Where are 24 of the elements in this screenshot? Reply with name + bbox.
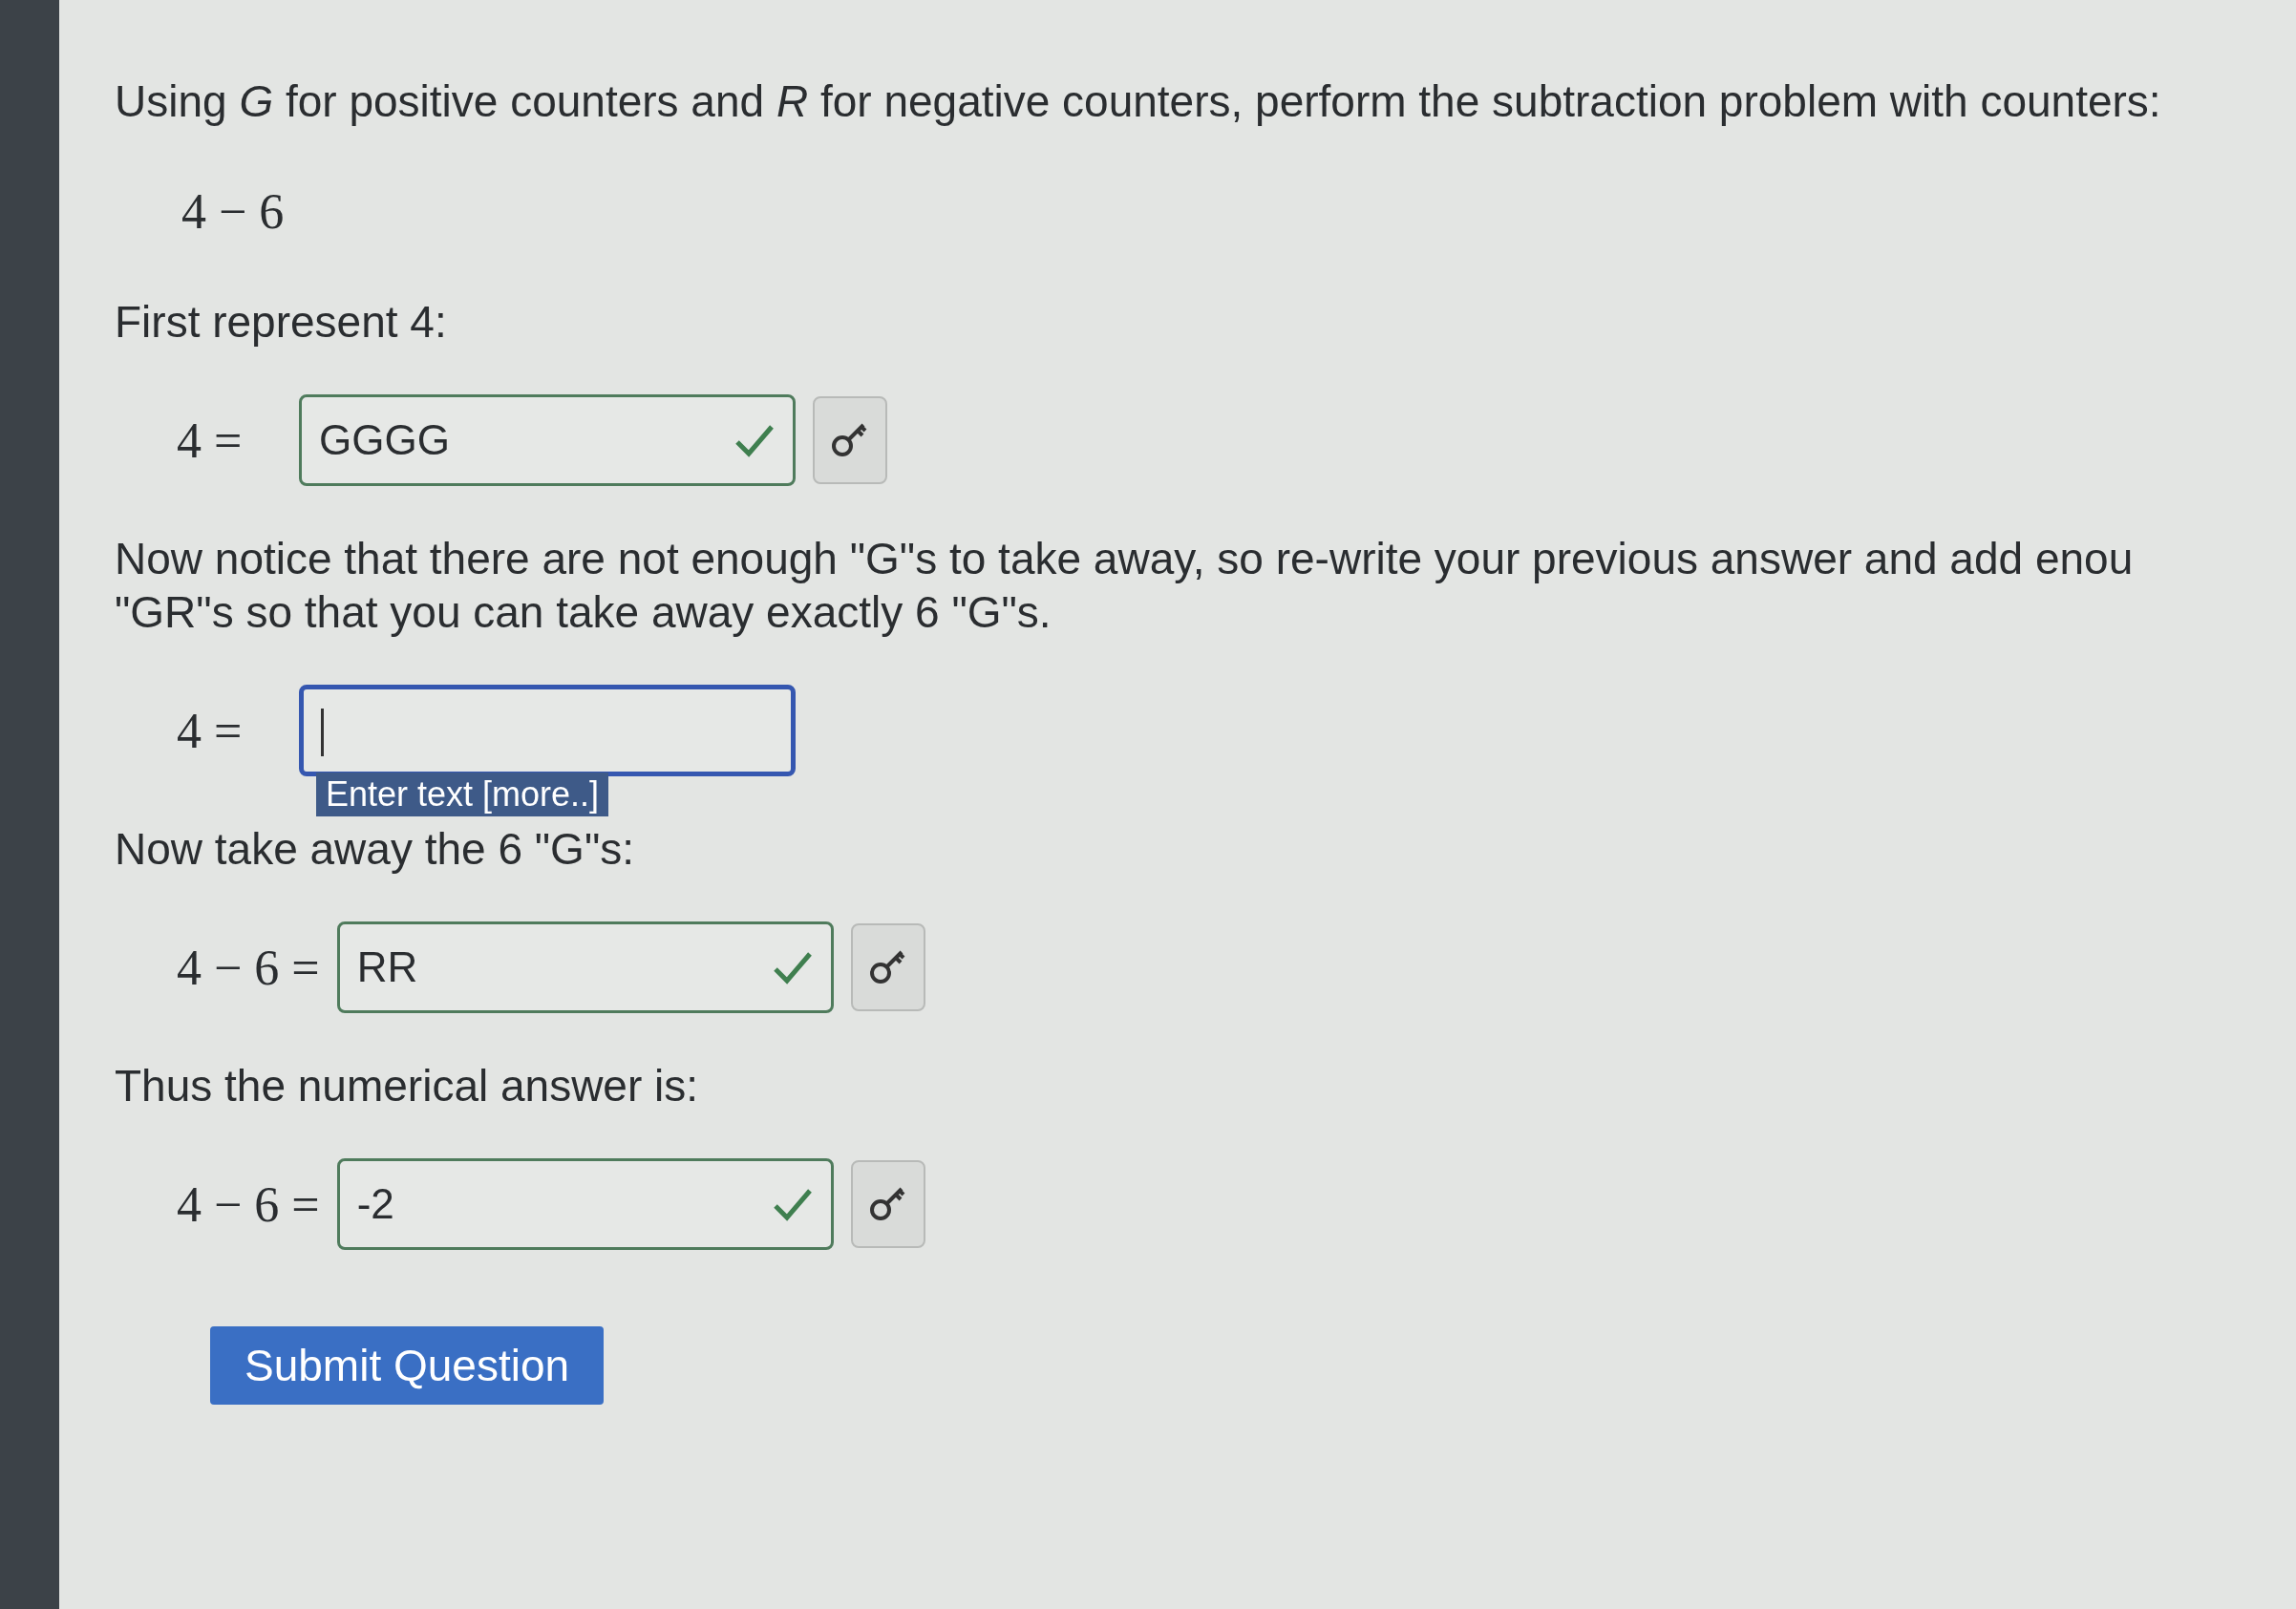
instruction-text: "GR"s so that you can take away exactly 6 "G"s. (115, 586, 1052, 639)
instruction-text: Using G for positive counters and R for negative counters, perform the subtraction problem with counters: (115, 75, 2162, 128)
submit-button[interactable]: Submit Question (210, 1326, 605, 1405)
answer-field[interactable]: GGGG (299, 394, 796, 486)
instruction-text: First represent 4: (115, 296, 447, 349)
key-icon (869, 1187, 905, 1220)
equation-label: 4 = (177, 702, 244, 759)
key-icon (869, 950, 905, 984)
key-icon (832, 423, 867, 456)
key-button[interactable] (850, 923, 925, 1011)
answer-field[interactable]: RR (336, 921, 834, 1013)
math-expression: 4 − 6 (181, 183, 285, 240)
key-button[interactable] (850, 1160, 925, 1248)
key-button[interactable] (813, 396, 887, 484)
instruction-text: Thus the numerical answer is: (115, 1060, 699, 1112)
text-cursor (321, 708, 324, 756)
instruction-text: Now notice that there are not enough "G"s to take away, so re-write your previous answer and add enou (115, 533, 2134, 585)
tooltip: Enter text [more..] (316, 773, 609, 816)
equation-label: 4 − 6 = (177, 939, 320, 996)
equation-label: 4 − 6 = (177, 1175, 320, 1233)
answer-field[interactable]: -2 (336, 1158, 834, 1250)
answer-field[interactable] (299, 685, 796, 776)
equation-label: 4 = (177, 412, 244, 469)
instruction-text: Now take away the 6 "G"s: (115, 823, 634, 876)
